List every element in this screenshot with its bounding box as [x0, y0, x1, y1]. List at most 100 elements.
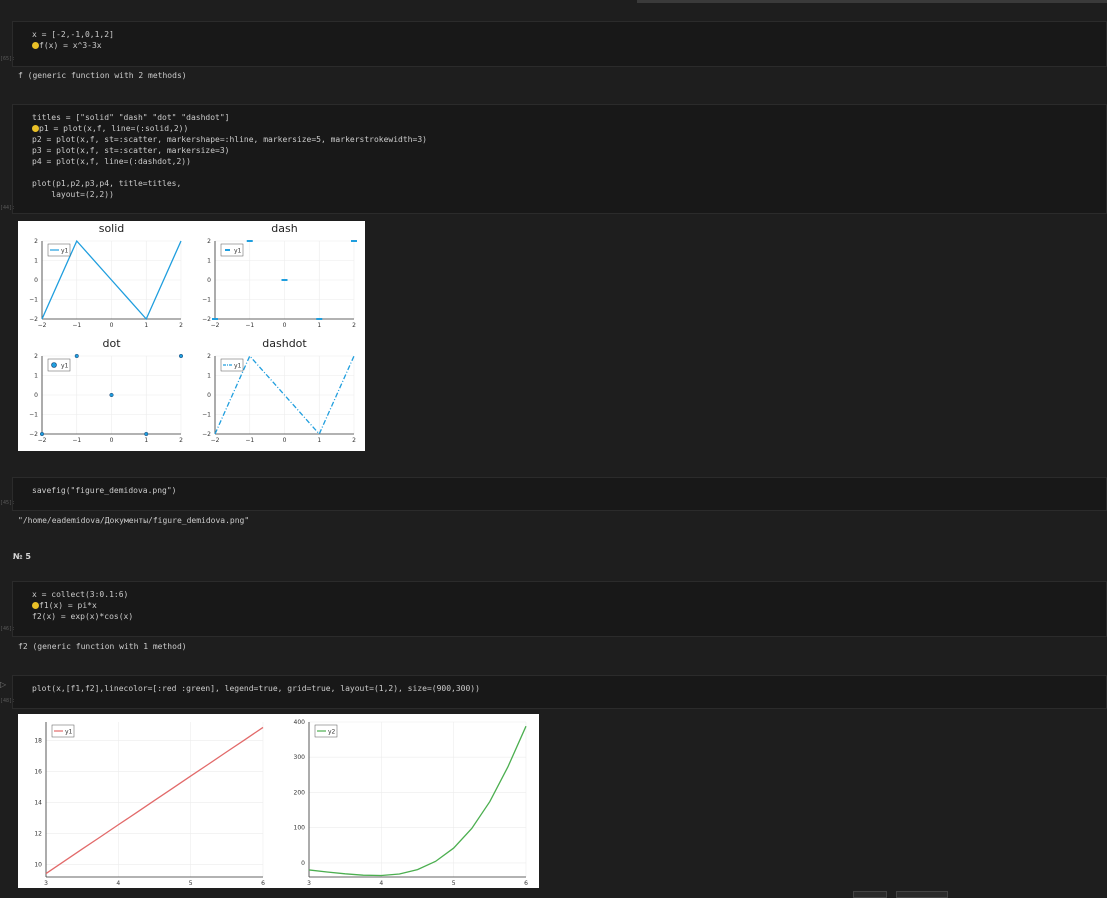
y-tick-label: 100 — [294, 825, 306, 832]
x-tick-label: 1 — [144, 437, 148, 444]
legend-label: y1 — [234, 363, 242, 370]
y-tick-label: −1 — [29, 412, 38, 419]
legend-label: y1 — [65, 729, 73, 736]
y-tick-label: −1 — [202, 412, 211, 419]
exec-count-4: [46]: — [0, 626, 16, 632]
lightbulb-icon[interactable] — [32, 125, 39, 132]
x-tick-label: −2 — [38, 437, 47, 444]
legend-label: y1 — [61, 363, 69, 370]
plot-grid-svg: −2 −1 0 1 2 −2 −1 0 1 2 solid y1 −2 −1 0 1 2 −2 −1 0 1 2 dash y… — [29, 222, 357, 444]
code-line: p4 = plot(x,f, line=(:dashdot,2)) — [32, 157, 191, 166]
y-tick-label: −2 — [202, 431, 211, 438]
code-line: f1(x) = pi*x — [39, 601, 97, 610]
legend-label: y2 — [328, 729, 336, 736]
code-line: x = [-2,-1,0,1,2] — [32, 30, 114, 39]
x-tick-label: 4 — [116, 880, 120, 887]
exec-count-2: [44]: — [0, 205, 16, 211]
data-point — [74, 353, 79, 359]
data-point — [144, 431, 149, 437]
legend-label: y1 — [234, 248, 242, 255]
lightbulb-icon[interactable] — [32, 42, 39, 49]
x-tick-label: 0 — [283, 437, 287, 444]
x-tick-label: 3 — [307, 880, 311, 887]
data-point — [178, 353, 184, 359]
x-tick-label: 4 — [379, 880, 383, 887]
y-tick-label: 12 — [34, 831, 42, 838]
code-cell-4[interactable] — [12, 581, 1107, 637]
y-tick-label: 400 — [294, 719, 306, 726]
code-line: plot(p1,p2,p3,p4, title=titles, — [32, 179, 182, 188]
x-tick-label: 2 — [179, 437, 183, 444]
x-tick-label: 5 — [452, 880, 456, 887]
chart-title: dot — [102, 337, 121, 350]
plot-pair-svg: 3 4 5 6 10 12 14 16 18 y1 3 4 5 6 0 100 200 300 400 y2 — [34, 719, 528, 887]
exec-count-1: [65]: — [0, 56, 16, 62]
y-tick-label: 1 — [34, 373, 38, 380]
lightbulb-icon[interactable] — [32, 602, 39, 609]
code-cell-4-source[interactable]: x = collect(3:0.1:6) f1(x) = pi*x f2(x) … — [32, 589, 133, 622]
y-tick-label: 300 — [294, 754, 306, 761]
y-tick-label: 10 — [34, 862, 42, 869]
legend-swatch — [51, 362, 57, 368]
x-tick-label: −2 — [38, 322, 47, 329]
x-tick-label: 6 — [261, 880, 265, 887]
series-line — [308, 725, 527, 877]
code-line: p2 = plot(x,f, st=:scatter, markershape=… — [32, 135, 427, 144]
y-tick-label: 1 — [34, 258, 38, 265]
cell-output-3: "/home/eademidova/Документы/figure_demid… — [18, 516, 250, 525]
code-line: p1 = plot(x,f, line=(:solid,2)) — [39, 124, 189, 133]
y-tick-label: 2 — [207, 353, 211, 360]
x-tick-label: 0 — [110, 437, 114, 444]
data-point — [39, 431, 45, 437]
x-tick-label: −1 — [72, 322, 81, 329]
y-tick-label: −1 — [202, 297, 211, 304]
code-cell-2-source[interactable]: titles = ["solid" "dash" "dot" "dashdot"… — [32, 112, 427, 200]
y-tick-label: 14 — [34, 800, 42, 807]
x-tick-label: 2 — [352, 437, 356, 444]
y-tick-label: 1 — [207, 373, 211, 380]
y-tick-label: 1 — [207, 258, 211, 265]
y-tick-label: 16 — [34, 769, 42, 776]
x-tick-label: 1 — [144, 322, 148, 329]
code-line: p3 = plot(x,f, st=:scatter, markersize=3… — [32, 146, 230, 155]
y-tick-label: −2 — [29, 431, 38, 438]
exec-count-3: [45]: — [0, 500, 16, 506]
x-tick-label: 1 — [317, 322, 321, 329]
y-tick-label: 0 — [301, 860, 305, 867]
y-tick-label: −1 — [29, 297, 38, 304]
cell-output-4: f2 (generic function with 1 method) — [18, 642, 187, 651]
chart-title: dash — [271, 222, 297, 235]
cell-output-1: f (generic function with 2 methods) — [18, 71, 187, 80]
code-cell-1-source[interactable]: x = [-2,-1,0,1,2] f(x) = x^3-3x — [32, 29, 114, 51]
bottom-control[interactable] — [853, 891, 887, 898]
code-line: savefig("figure_demidova.png") — [32, 486, 177, 495]
y-tick-label: 0 — [34, 277, 38, 284]
markdown-heading: № 5 — [13, 552, 31, 561]
code-cell-5-source[interactable]: plot(x,[f1,f2],linecolor=[:red :green], … — [32, 683, 480, 694]
code-cell-3-source[interactable]: savefig("figure_demidova.png") — [32, 485, 177, 496]
exec-count-5: [48]: — [0, 698, 16, 704]
run-cell-icon[interactable]: ▷ — [0, 680, 6, 689]
x-tick-label: −2 — [211, 322, 220, 329]
series-line — [45, 726, 264, 875]
y-tick-label: 0 — [207, 277, 211, 284]
bottom-control[interactable] — [896, 891, 948, 898]
code-cell-1[interactable] — [12, 21, 1107, 67]
plot-output-pair: 3 4 5 6 10 12 14 16 18 y1 3 4 5 6 0 100 200 300 400 y2 — [18, 714, 539, 888]
y-tick-label: −2 — [202, 316, 211, 323]
chart-title: dashdot — [262, 337, 307, 350]
code-line: plot(x,[f1,f2],linecolor=[:red :green], … — [32, 684, 480, 693]
x-tick-label: −1 — [245, 437, 254, 444]
y-tick-label: 18 — [34, 738, 42, 745]
code-line: titles = ["solid" "dash" "dot" "dashdot"… — [32, 113, 230, 122]
x-tick-label: 0 — [283, 322, 287, 329]
x-tick-label: 5 — [189, 880, 193, 887]
data-point — [109, 392, 114, 398]
code-line: f(x) = x^3-3x — [39, 41, 102, 50]
x-tick-label: 2 — [179, 322, 183, 329]
code-line: f2(x) = exp(x)*cos(x) — [32, 612, 134, 621]
x-tick-label: 1 — [317, 437, 321, 444]
toolbar-segment — [637, 0, 1107, 3]
plot-output-grid: −2 −1 0 1 2 −2 −1 0 1 2 solid y1 −2 −1 0 1 2 −2 −1 0 1 2 dash y… — [18, 221, 365, 451]
y-tick-label: 2 — [207, 238, 211, 245]
